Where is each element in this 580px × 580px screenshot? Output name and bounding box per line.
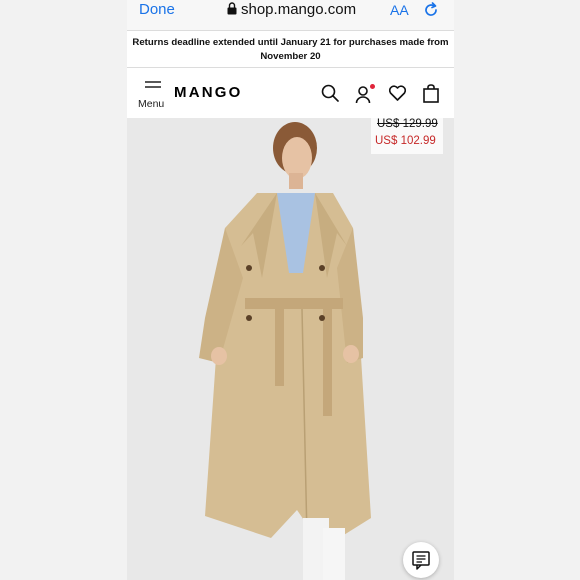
returns-notice-banner: Returns deadline extended until January … xyxy=(127,30,454,68)
original-price: US$ 129.99 xyxy=(377,118,438,130)
notice-text: Returns deadline extended until January … xyxy=(132,37,449,62)
account-button[interactable] xyxy=(355,84,375,104)
chat-button[interactable] xyxy=(403,542,439,578)
hamburger-icon xyxy=(145,81,161,88)
reload-icon[interactable] xyxy=(423,1,439,19)
shopping-bag-icon[interactable] xyxy=(423,84,439,103)
notification-dot xyxy=(370,84,375,89)
trench-coat-model-image xyxy=(127,118,454,580)
wishlist-heart-icon[interactable] xyxy=(388,84,407,102)
price-box: US$ 129.99 US$ 102.99 xyxy=(371,118,443,154)
address-bar[interactable]: shop.mango.com xyxy=(227,1,356,18)
mango-logo[interactable]: MANGO xyxy=(174,84,243,101)
text-size-button[interactable]: AA xyxy=(390,2,409,18)
menu-button[interactable]: Menu xyxy=(137,81,169,113)
product-image-area[interactable]: US$ 129.99 US$ 102.99 xyxy=(127,118,454,580)
mobile-browser-window: Done shop.mango.com AA Returns deadline … xyxy=(127,0,454,580)
lock-icon xyxy=(227,2,237,15)
site-header: Menu MANGO xyxy=(127,68,454,118)
chat-icon xyxy=(412,551,430,570)
search-icon[interactable] xyxy=(321,84,339,102)
menu-label: Menu xyxy=(138,98,165,110)
done-button[interactable]: Done xyxy=(139,1,175,18)
sale-price: US$ 102.99 xyxy=(375,135,436,147)
browser-toolbar: Done shop.mango.com AA xyxy=(127,0,454,30)
url-text: shop.mango.com xyxy=(241,1,357,18)
